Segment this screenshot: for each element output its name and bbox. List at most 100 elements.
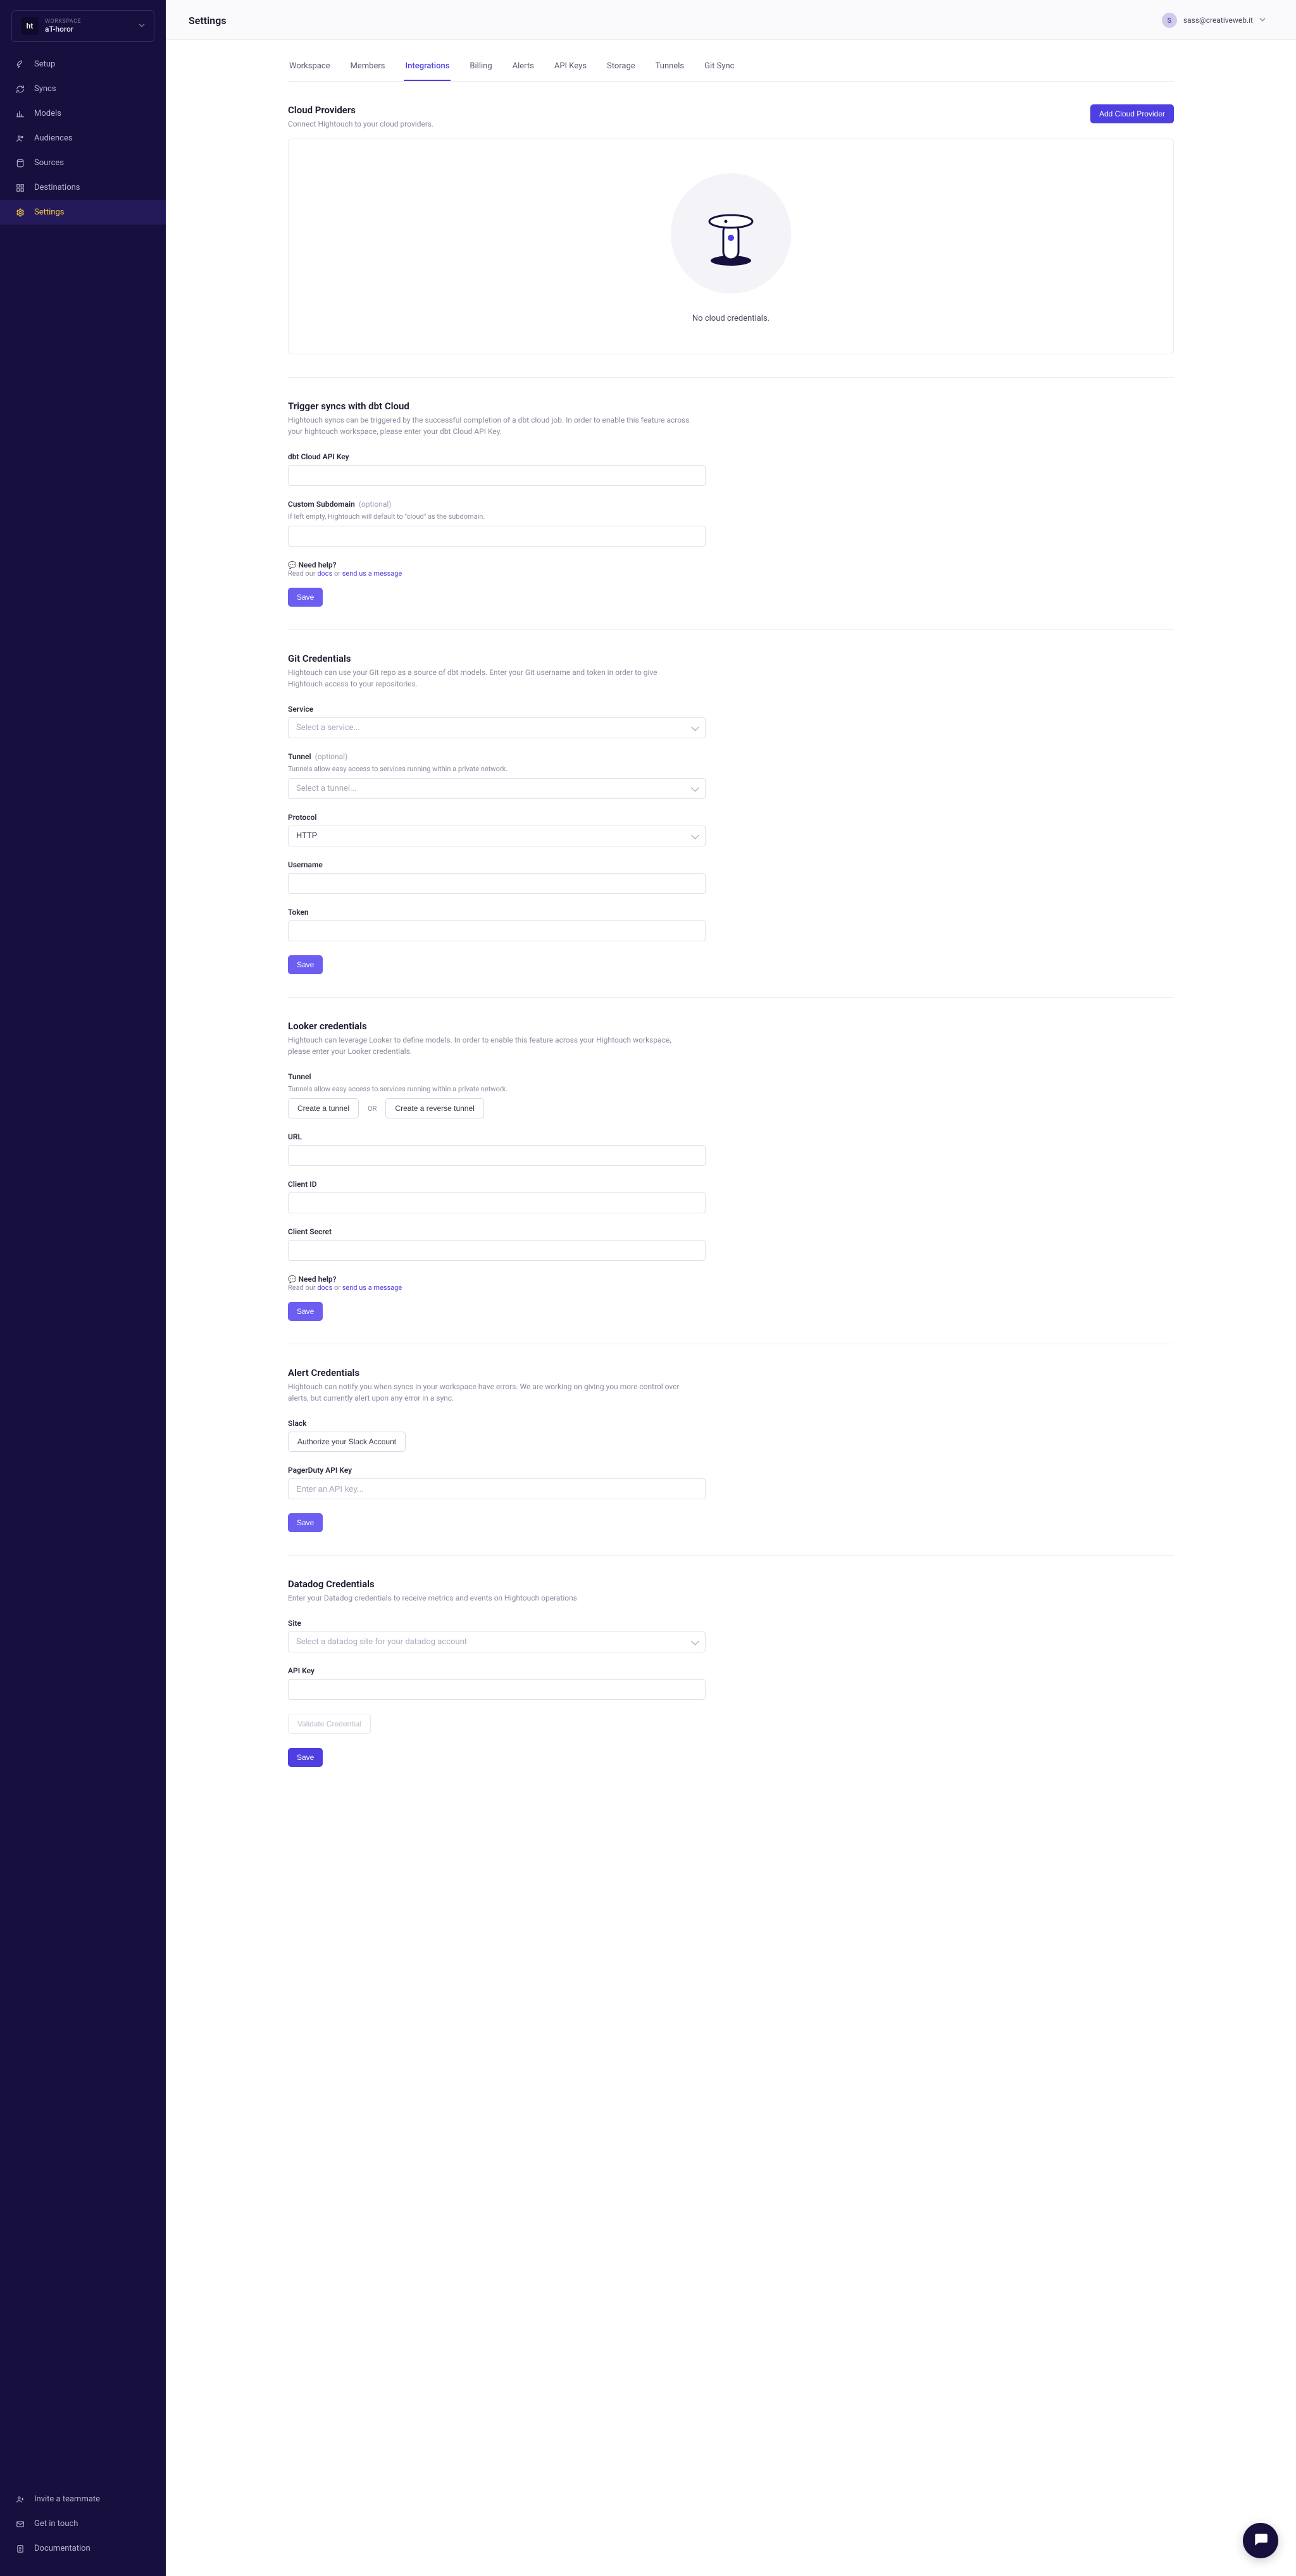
looker-url-input[interactable] (288, 1145, 706, 1166)
nav-label: Setup (34, 59, 55, 69)
looker-url-label: URL (288, 1132, 706, 1141)
tab-git-sync[interactable]: Git Sync (703, 55, 735, 81)
datadog-api-key-label: API Key (288, 1666, 706, 1675)
sidebar: ht WORKSPACE aT-horor Setup Syncs Models… (0, 0, 166, 2576)
nav-settings[interactable]: Settings (0, 200, 166, 225)
nav-audiences[interactable]: Audiences (0, 126, 166, 151)
git-tunnel-help: Tunnels allow easy access to services ru… (288, 765, 706, 773)
nav-label: Destinations (34, 183, 80, 192)
docs-link[interactable]: docs (317, 569, 332, 578)
pagerduty-api-key-input[interactable] (288, 1478, 706, 1499)
section-title: Trigger syncs with dbt Cloud (288, 400, 1174, 412)
git-username-input[interactable] (288, 873, 706, 894)
rocket-icon (15, 60, 25, 69)
create-reverse-tunnel-button[interactable]: Create a reverse tunnel (385, 1098, 483, 1118)
chevron-down-icon (139, 22, 145, 31)
section-git-credentials: Git Credentials Hightouch can use your G… (288, 630, 1174, 998)
section-dbt-cloud: Trigger syncs with dbt Cloud Hightouch s… (288, 378, 1174, 630)
git-service-select[interactable]: Select a service... (288, 717, 706, 738)
tab-workspace[interactable]: Workspace (288, 55, 332, 81)
tab-api-keys[interactable]: API Keys (553, 55, 588, 81)
workspace-logo: ht (21, 17, 39, 35)
section-subtitle: Enter your Datadog credentials to receiv… (288, 1592, 693, 1604)
git-token-label: Token (288, 908, 706, 917)
need-help: Need help? Read our docs or send us a me… (288, 1275, 706, 1292)
section-looker: Looker credentials Hightouch can leverag… (288, 998, 1174, 1344)
chat-fab[interactable] (1243, 2523, 1278, 2558)
docs-link[interactable]: docs (317, 1284, 332, 1292)
workspace-label: WORKSPACE (45, 18, 132, 25)
section-subtitle: Connect Hightouch to your cloud provider… (288, 118, 433, 130)
user-menu[interactable]: S sass@creativeweb.it (1162, 13, 1266, 28)
sync-icon (15, 85, 25, 94)
main: Settings S sass@creativeweb.it Workspace… (166, 0, 1296, 2576)
tab-integrations[interactable]: Integrations (404, 55, 451, 81)
workspace-switcher[interactable]: ht WORKSPACE aT-horor (11, 10, 154, 42)
tab-billing[interactable]: Billing (468, 55, 493, 81)
dbt-api-key-input[interactable] (288, 465, 706, 486)
grid-icon (15, 183, 25, 192)
nav-sources[interactable]: Sources (0, 151, 166, 175)
section-title: Alert Credentials (288, 1367, 1174, 1378)
pagerduty-label: PagerDuty API Key (288, 1466, 706, 1475)
looker-client-secret-label: Client Secret (288, 1227, 706, 1236)
section-title: Cloud Providers (288, 104, 433, 116)
doc-icon (15, 2544, 25, 2553)
git-protocol-select[interactable]: HTTP (288, 826, 706, 846)
datadog-api-key-input[interactable] (288, 1679, 706, 1700)
git-tunnel-label: Tunnel(optional) (288, 752, 706, 761)
nav-label: Models (34, 109, 61, 118)
need-help-title: Need help? (288, 560, 706, 569)
chevron-down-icon (1259, 16, 1266, 25)
datadog-site-label: Site (288, 1619, 706, 1628)
datadog-site-select[interactable]: Select a datadog site for your datadog a… (288, 1632, 706, 1652)
git-tunnel-select[interactable]: Select a tunnel... (288, 778, 706, 799)
cloud-empty-state: No cloud credentials. (288, 139, 1174, 354)
nav-models[interactable]: Models (0, 101, 166, 126)
nav-setup[interactable]: Setup (0, 52, 166, 77)
get-in-touch[interactable]: Get in touch (0, 2511, 166, 2536)
dbt-subdomain-input[interactable] (288, 526, 706, 547)
gear-icon (15, 208, 25, 217)
tab-members[interactable]: Members (349, 55, 387, 81)
looker-save-button[interactable]: Save (288, 1302, 323, 1321)
need-help-body: Read our docs or send us a message (288, 569, 706, 578)
validate-credential-button[interactable]: Validate Credential (288, 1714, 371, 1734)
message-link[interactable]: send us a message (342, 569, 402, 578)
add-cloud-provider-button[interactable]: Add Cloud Provider (1090, 104, 1174, 123)
section-alert-credentials: Alert Credentials Hightouch can notify y… (288, 1344, 1174, 1556)
dbt-subdomain-help: If left empty, Hightouch will default to… (288, 512, 706, 521)
need-help-title: Need help? (288, 1275, 706, 1284)
database-icon (15, 159, 25, 168)
need-help: Need help? Read our docs or send us a me… (288, 560, 706, 578)
authorize-slack-button[interactable]: Authorize your Slack Account (288, 1432, 406, 1452)
git-save-button[interactable]: Save (288, 955, 323, 974)
create-tunnel-button[interactable]: Create a tunnel (288, 1098, 359, 1118)
looker-client-id-label: Client ID (288, 1180, 706, 1189)
message-link[interactable]: send us a message (342, 1284, 402, 1292)
invite-teammate[interactable]: Invite a teammate (0, 2487, 166, 2511)
looker-client-secret-input[interactable] (288, 1240, 706, 1261)
mail-icon (15, 2520, 25, 2529)
git-service-label: Service (288, 705, 706, 714)
git-username-label: Username (288, 860, 706, 869)
nav-destinations[interactable]: Destinations (0, 175, 166, 200)
avatar: S (1162, 13, 1177, 28)
tab-tunnels[interactable]: Tunnels (654, 55, 685, 81)
tab-alerts[interactable]: Alerts (511, 55, 535, 81)
section-title: Datadog Credentials (288, 1578, 1174, 1590)
documentation[interactable]: Documentation (0, 2536, 166, 2561)
workspace-name: aT-horor (45, 25, 132, 34)
nav-label: Settings (34, 207, 64, 217)
looker-client-id-input[interactable] (288, 1192, 706, 1213)
nav-label: Invite a teammate (34, 2494, 100, 2504)
git-token-input[interactable] (288, 920, 706, 941)
alerts-save-button[interactable]: Save (288, 1513, 323, 1532)
tab-storage[interactable]: Storage (606, 55, 637, 81)
nav-label: Audiences (34, 133, 73, 143)
dbt-save-button[interactable]: Save (288, 588, 323, 607)
datadog-save-button[interactable]: Save (288, 1748, 323, 1767)
section-cloud-providers: Cloud Providers Connect Hightouch to you… (288, 82, 1174, 378)
nav-syncs[interactable]: Syncs (0, 77, 166, 101)
section-datadog: Datadog Credentials Enter your Datadog c… (288, 1556, 1174, 1790)
